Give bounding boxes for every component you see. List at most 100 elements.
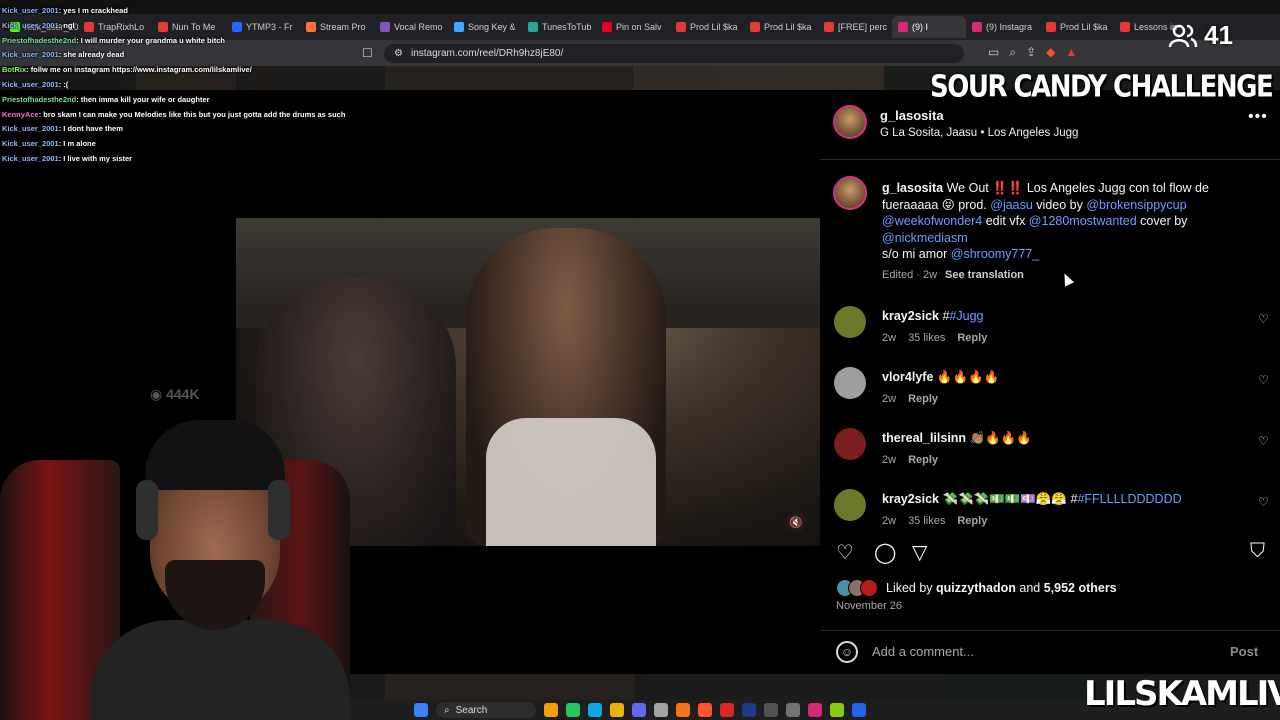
- chat-username[interactable]: Kick_user_2001: [2, 50, 59, 59]
- mention-link[interactable]: @jaasu: [990, 198, 1033, 212]
- save-bookmark-icon[interactable]: ⛉: [1250, 540, 1265, 563]
- app-icon[interactable]: [720, 703, 734, 717]
- site-info-icon[interactable]: ⚙: [394, 48, 403, 59]
- mention-link[interactable]: @1280mostwanted: [1029, 214, 1137, 228]
- browser-tab[interactable]: [FREE] perc: [818, 16, 892, 38]
- post-subtitle[interactable]: G La Sosita, Jaasu • Los Angeles Jugg: [880, 127, 1078, 139]
- instagram-icon[interactable]: [808, 703, 822, 717]
- commenter-username[interactable]: thereal_lilsinn: [882, 431, 966, 445]
- reply-button[interactable]: Reply: [957, 515, 987, 527]
- author-avatar[interactable]: [833, 105, 867, 139]
- chat-username[interactable]: Kick_user_2001: [2, 124, 59, 133]
- comment-like-heart-icon[interactable]: ♡: [1258, 495, 1269, 509]
- commenter-avatar[interactable]: [834, 306, 866, 338]
- commenter-username[interactable]: kray2sick: [882, 309, 939, 323]
- screen-icon[interactable]: ▭: [988, 45, 999, 60]
- liked-mid: and: [1015, 581, 1044, 595]
- app-icon[interactable]: [676, 703, 690, 717]
- browser-tab[interactable]: Prod Lil $ka: [670, 16, 744, 38]
- reply-button[interactable]: Reply: [957, 332, 987, 344]
- mention-link[interactable]: @brokensippycup: [1086, 198, 1186, 212]
- bg-tile: [385, 674, 635, 700]
- folder-icon[interactable]: [610, 703, 624, 717]
- chat-username[interactable]: Kick_user_2001: [2, 154, 59, 163]
- likes-summary[interactable]: Liked by quizzythadon and 5,952 others: [836, 579, 1117, 597]
- more-options-icon[interactable]: •••: [1248, 108, 1268, 126]
- app-icon[interactable]: [654, 703, 668, 717]
- comment-like-heart-icon[interactable]: ♡: [1258, 312, 1269, 326]
- emoji-icon[interactable]: ☺: [836, 641, 858, 663]
- share-send-icon[interactable]: ▽: [912, 540, 927, 565]
- app-icon[interactable]: [830, 703, 844, 717]
- taskbar-search[interactable]: ⌕ Search: [436, 702, 536, 718]
- commenter-username[interactable]: kray2sick: [882, 492, 939, 506]
- app-icon[interactable]: [544, 703, 558, 717]
- caption-avatar[interactable]: [833, 176, 867, 210]
- browser-tab[interactable]: Prod Lil $ka: [744, 16, 818, 38]
- hashtag-link[interactable]: #FFLLLLDDDDDD: [1077, 492, 1181, 506]
- mute-icon[interactable]: 🔇: [786, 512, 806, 532]
- commenter-username[interactable]: vlor4lyfe: [882, 370, 933, 384]
- tab-favicon-icon: [898, 22, 908, 32]
- app-icon[interactable]: [852, 703, 866, 717]
- chat-username[interactable]: Kick_user_2001: [2, 21, 59, 30]
- browser-tab[interactable]: Pin on Salv: [596, 16, 670, 38]
- browser-tab[interactable]: TunesToTub: [522, 16, 596, 38]
- zoom-icon[interactable]: ⌕: [1009, 45, 1016, 60]
- post-comment-button[interactable]: Post: [1230, 644, 1258, 659]
- browser-tab[interactable]: Prod Lil $ka: [1040, 16, 1114, 38]
- share-icon[interactable]: ⇪: [1026, 45, 1036, 60]
- reply-button[interactable]: Reply: [908, 454, 938, 466]
- brave-icon[interactable]: [698, 703, 712, 717]
- hashtag-link[interactable]: #Jugg: [949, 309, 983, 323]
- chat-username[interactable]: KennyAce: [2, 110, 39, 119]
- steam-icon[interactable]: [742, 703, 756, 717]
- tab-favicon-icon: [750, 22, 760, 32]
- browser-tab[interactable]: (9) I: [892, 16, 966, 38]
- liked-prefix: Liked by: [886, 581, 937, 595]
- comment-likes[interactable]: 35 likes: [908, 515, 945, 527]
- brave-shield-icon[interactable]: ◆: [1046, 45, 1055, 60]
- mention-link[interactable]: @weekofwonder4: [882, 214, 982, 228]
- app-icon[interactable]: [764, 703, 778, 717]
- liked-others[interactable]: 5,952 others: [1044, 581, 1117, 595]
- mention-link[interactable]: @nickmediasm: [882, 231, 968, 245]
- comment-input[interactable]: Add a comment...: [872, 644, 974, 659]
- comment-bubble-icon[interactable]: ◯: [874, 540, 896, 565]
- chat-username[interactable]: Priestofhadesthe2nd: [2, 95, 76, 104]
- comment-like-heart-icon[interactable]: ♡: [1258, 373, 1269, 387]
- streamer-durag: [145, 420, 285, 490]
- browser-tab[interactable]: Song Key &: [448, 16, 522, 38]
- reply-button[interactable]: Reply: [908, 393, 938, 405]
- app-icon[interactable]: [566, 703, 580, 717]
- commenter-avatar[interactable]: [834, 428, 866, 460]
- rewards-icon[interactable]: ▲: [1065, 45, 1077, 60]
- discord-icon[interactable]: [632, 703, 646, 717]
- caption-username[interactable]: g_lasosita: [882, 181, 943, 195]
- chat-username[interactable]: Kick_user_2001: [2, 80, 59, 89]
- chat-username[interactable]: Priestofhadesthe2nd: [2, 36, 76, 45]
- see-translation-link[interactable]: See translation: [945, 269, 1024, 281]
- address-bar[interactable]: ⚙ instagram.com/reel/DRh9hz8jE80/: [384, 44, 964, 63]
- browser-tab[interactable]: Vocal Remo: [374, 16, 448, 38]
- chat-username[interactable]: Kick_user_2001: [2, 6, 59, 15]
- commenter-avatar[interactable]: [834, 367, 866, 399]
- mention-link[interactable]: @shroomy777_: [951, 247, 1039, 261]
- edge-icon[interactable]: [588, 703, 602, 717]
- chat-message: Kick_user_2001: ngl: [2, 19, 382, 34]
- comment-likes[interactable]: 35 likes: [908, 332, 945, 344]
- app-icon[interactable]: [786, 703, 800, 717]
- chat-username[interactable]: BotRix: [2, 65, 26, 74]
- author-username[interactable]: g_lasosita: [880, 108, 944, 123]
- chat-message: Kick_user_2001: I m alone: [2, 137, 382, 152]
- like-heart-icon[interactable]: ♡: [836, 540, 854, 565]
- comment-item: thereal_lilsinn 👏🏽🔥🔥🔥 2w Reply ♡: [820, 428, 1280, 478]
- browser-tab[interactable]: (9) Instagra: [966, 16, 1040, 38]
- commenter-avatar[interactable]: [834, 489, 866, 521]
- chat-text: : I dont have them: [58, 124, 123, 134]
- comment-like-heart-icon[interactable]: ♡: [1258, 434, 1269, 448]
- liked-user[interactable]: quizzythadon: [936, 581, 1016, 595]
- start-icon[interactable]: [414, 703, 428, 717]
- chat-username[interactable]: Kick_user_2001: [2, 139, 59, 148]
- chat-message: Priestofhadesthe2nd: then imma kill your…: [2, 93, 382, 108]
